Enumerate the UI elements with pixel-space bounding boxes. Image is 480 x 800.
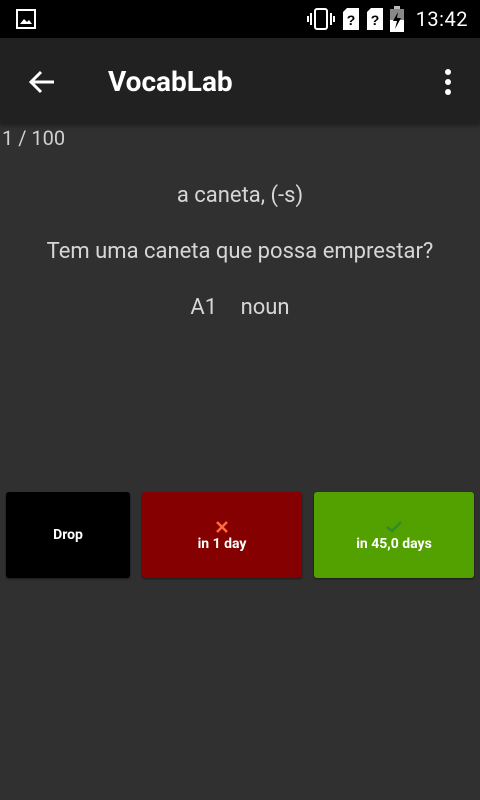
sim-unknown-icon: ?	[342, 8, 359, 30]
status-bar: ? ? 13:42	[0, 0, 480, 38]
part-of-speech-label: noun	[240, 295, 290, 320]
svg-text:?: ?	[370, 12, 379, 28]
drop-label: Drop	[53, 527, 83, 543]
app-bar: VocabLab	[0, 38, 480, 124]
status-time: 13:42	[415, 7, 468, 31]
example-sentence: Tem uma caneta que possa emprestar?	[46, 239, 434, 264]
battery-charging-icon	[389, 6, 404, 32]
again-interval-label: in 1 day	[197, 535, 247, 552]
word-meta: A1 noun	[0, 295, 480, 320]
drop-button[interactable]: Drop	[6, 492, 130, 578]
check-icon	[386, 520, 402, 533]
level-label: A1	[190, 295, 218, 320]
cross-icon	[216, 520, 228, 533]
good-interval-label: in 45,0 days	[356, 535, 432, 552]
good-button[interactable]: in 45,0 days	[314, 492, 474, 578]
vibrate-icon	[306, 8, 335, 30]
again-button[interactable]: in 1 day	[142, 492, 302, 578]
progress-counter: 1 / 100	[2, 126, 66, 150]
vocab-word: a caneta, (-s)	[176, 183, 304, 208]
more-vert-icon	[445, 69, 451, 95]
svg-text:?: ?	[346, 12, 355, 28]
image-icon	[16, 9, 36, 29]
arrow-back-icon	[29, 70, 54, 94]
overflow-menu-button[interactable]	[430, 60, 466, 104]
sim-unknown-icon: ?	[366, 8, 383, 30]
back-button[interactable]	[20, 60, 64, 104]
app-title: VocabLab	[108, 65, 233, 98]
